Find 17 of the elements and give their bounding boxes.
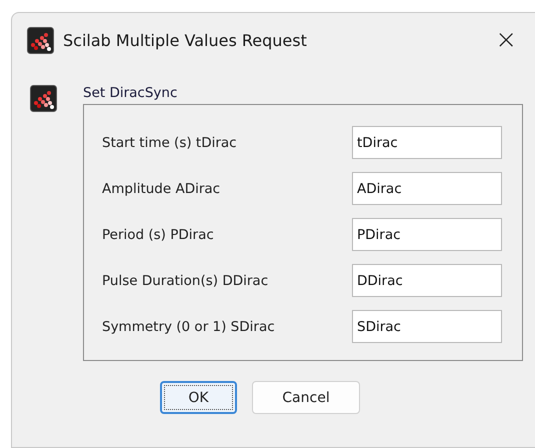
window-title: Scilab Multiple Values Request [63,30,308,50]
dialog-button[interactable]: Cancel [252,381,360,414]
input-field[interactable]: DDirac [352,264,502,297]
group-title: Set DiracSync [83,85,178,101]
close-button[interactable]: × [489,25,523,55]
input-field[interactable]: ADirac [352,172,502,205]
dialog-button[interactable]: OK [160,381,237,414]
field-label: Amplitude ADirac [102,180,220,196]
input-field[interactable]: SDirac [352,310,502,343]
field-label: Pulse Duration(s) DDirac [102,272,268,288]
app-logo-icon [27,26,54,54]
app-logo-icon [30,85,57,112]
input-field[interactable]: PDirac [352,218,502,251]
input-field[interactable]: tDirac [352,126,502,159]
field-label: Symmetry (0 or 1) SDirac [102,318,275,334]
field-label: Period (s) PDirac [102,226,214,242]
field-label: Start time (s) tDirac [102,134,237,150]
